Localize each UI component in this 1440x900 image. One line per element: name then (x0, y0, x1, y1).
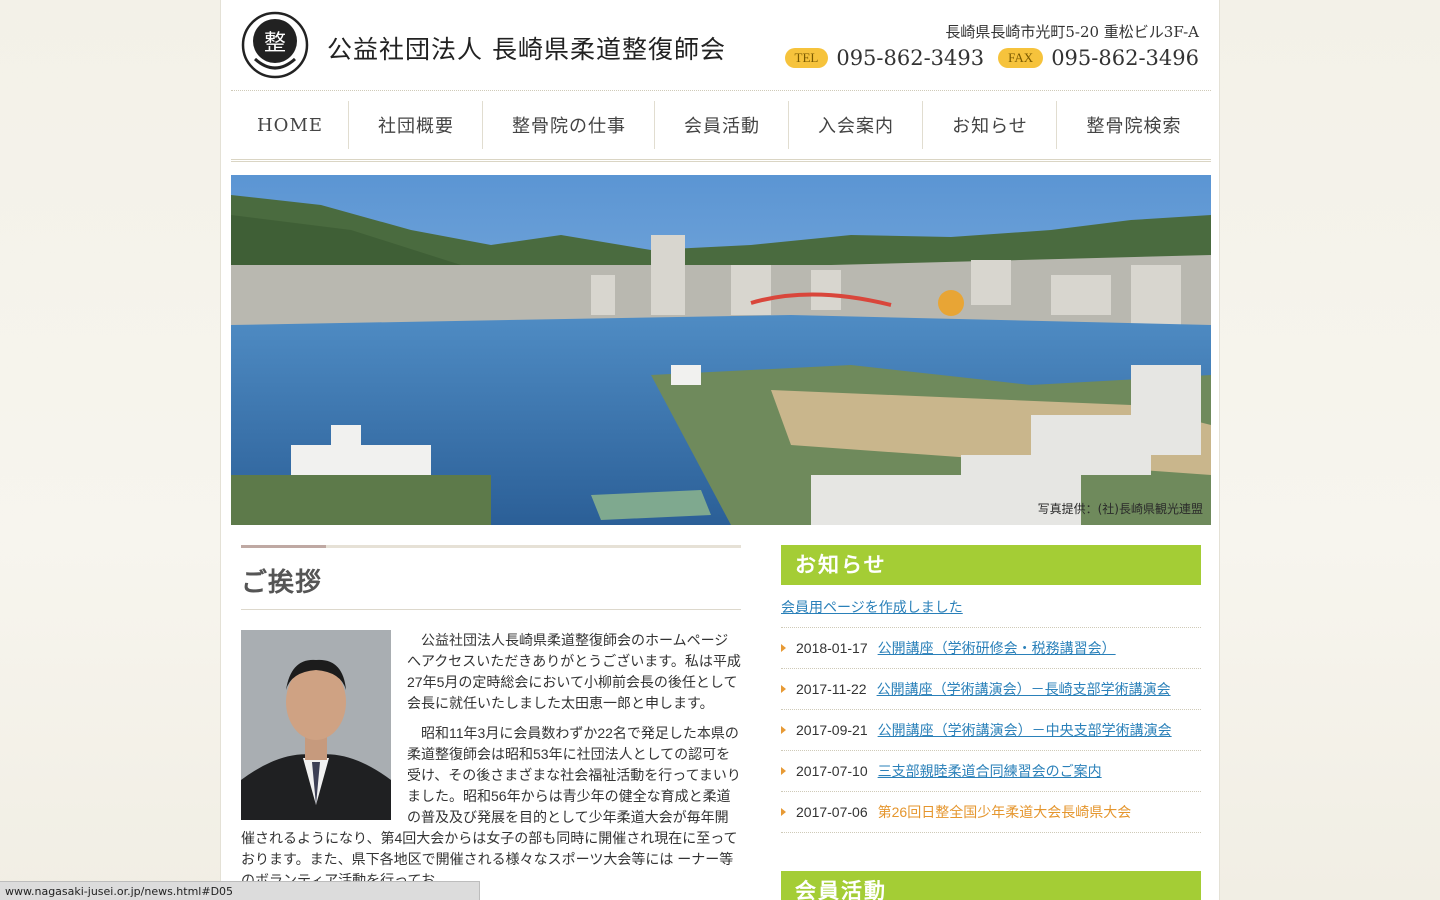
greeting-header-bar (241, 545, 741, 548)
browser-status-bar: www.nagasaki-jusei.or.jp/news.html#D05 (0, 881, 480, 900)
greeting-body: 公益社団法人長崎県柔道整復師会のホームページへアクセスいただきありがとうございま… (241, 630, 741, 891)
president-portrait (241, 630, 391, 820)
news-date: 2017-09-21 (796, 722, 868, 738)
news-date: 2017-07-06 (796, 804, 868, 820)
nav-about[interactable]: 社団概要 (349, 91, 483, 159)
news-link[interactable]: 三支部親睦柔道合同練習会のご案内 (878, 761, 1102, 781)
greeting-section: ご挨拶 公益社団法人長崎県柔道整復師会のホームページへアクセスいただきありがとう… (241, 545, 741, 900)
news-item: 2017-11-22 公開講座（学術講演会）－長崎支部学術講演会 (781, 669, 1201, 710)
hero-image: 写真提供：(社)長崎県観光連盟 (231, 175, 1211, 525)
news-date: 2018-01-17 (796, 640, 868, 656)
arrow-icon (781, 685, 786, 693)
news-item: 2017-07-10 三支部親睦柔道合同練習会のご案内 (781, 751, 1201, 792)
fax-number: 095-862-3496 (1051, 46, 1199, 70)
nav-home[interactable]: HOME (231, 91, 349, 159)
logo-emblem[interactable]: 整 (241, 11, 309, 79)
news-link[interactable]: 公開講座（学術講演会）－中央支部学術講演会 (878, 720, 1172, 740)
tel-badge: TEL (784, 48, 829, 68)
nav-join[interactable]: 入会案内 (789, 91, 923, 159)
address: 長崎県長崎市光町5-20 重松ビル3F-A (945, 23, 1199, 41)
news-section: お知らせ 会員用ページを作成しました 2018-01-17 公開講座（学術研修会… (781, 545, 1201, 833)
photo-credit: 写真提供：(社)長崎県観光連盟 (1037, 502, 1203, 516)
news-title: お知らせ (781, 545, 1201, 585)
news-link[interactable]: 公開講座（学術研修会・税務講習会） (878, 638, 1116, 658)
greeting-title: ご挨拶 (241, 548, 741, 610)
member-page-link[interactable]: 会員用ページを作成しました (781, 585, 1201, 628)
nav-work[interactable]: 整骨院の仕事 (483, 91, 655, 159)
news-link-hovered[interactable]: 第26回日整全国少年柔道大会長崎県大会 (878, 802, 1132, 822)
arrow-icon (781, 808, 786, 816)
nav-search[interactable]: 整骨院検索 (1057, 91, 1211, 159)
page-container: 整 公益社団法人 長崎県柔道整復師会 長崎県長崎市光町5-20 重松ビル3F-A… (220, 0, 1220, 900)
logo-glyph: 整 (264, 31, 286, 56)
site-title[interactable]: 公益社団法人 長崎県柔道整復師会 (327, 30, 726, 66)
news-date: 2017-07-10 (796, 763, 868, 779)
arrow-icon (781, 767, 786, 775)
contact-info: TEL 095-862-3493 FAX 095-862-3496 (784, 46, 1199, 70)
arrow-icon (781, 644, 786, 652)
nav-news[interactable]: お知らせ (923, 91, 1057, 159)
news-link[interactable]: 公開講座（学術講演会）－長崎支部学術講演会 (877, 679, 1171, 699)
arrow-icon (781, 726, 786, 734)
news-list: 2018-01-17 公開講座（学術研修会・税務講習会） 2017-11-22 … (781, 628, 1201, 833)
member-activities-title: 会員活動 (781, 871, 1201, 900)
nav-activities[interactable]: 会員活動 (655, 91, 789, 159)
tel-number: 095-862-3493 (836, 46, 985, 70)
main-nav: HOME 社団概要 整骨院の仕事 会員活動 入会案内 お知らせ 整骨院検索 (231, 90, 1211, 162)
harbor-photo (231, 175, 1211, 525)
news-item: 2017-09-21 公開講座（学術講演会）－中央支部学術講演会 (781, 710, 1201, 751)
news-item: 2018-01-17 公開講座（学術研修会・税務講習会） (781, 628, 1201, 669)
news-date: 2017-11-22 (796, 681, 867, 697)
news-item: 2017-07-06 第26回日整全国少年柔道大会長崎県大会 (781, 792, 1201, 833)
fax-badge: FAX (998, 48, 1044, 68)
